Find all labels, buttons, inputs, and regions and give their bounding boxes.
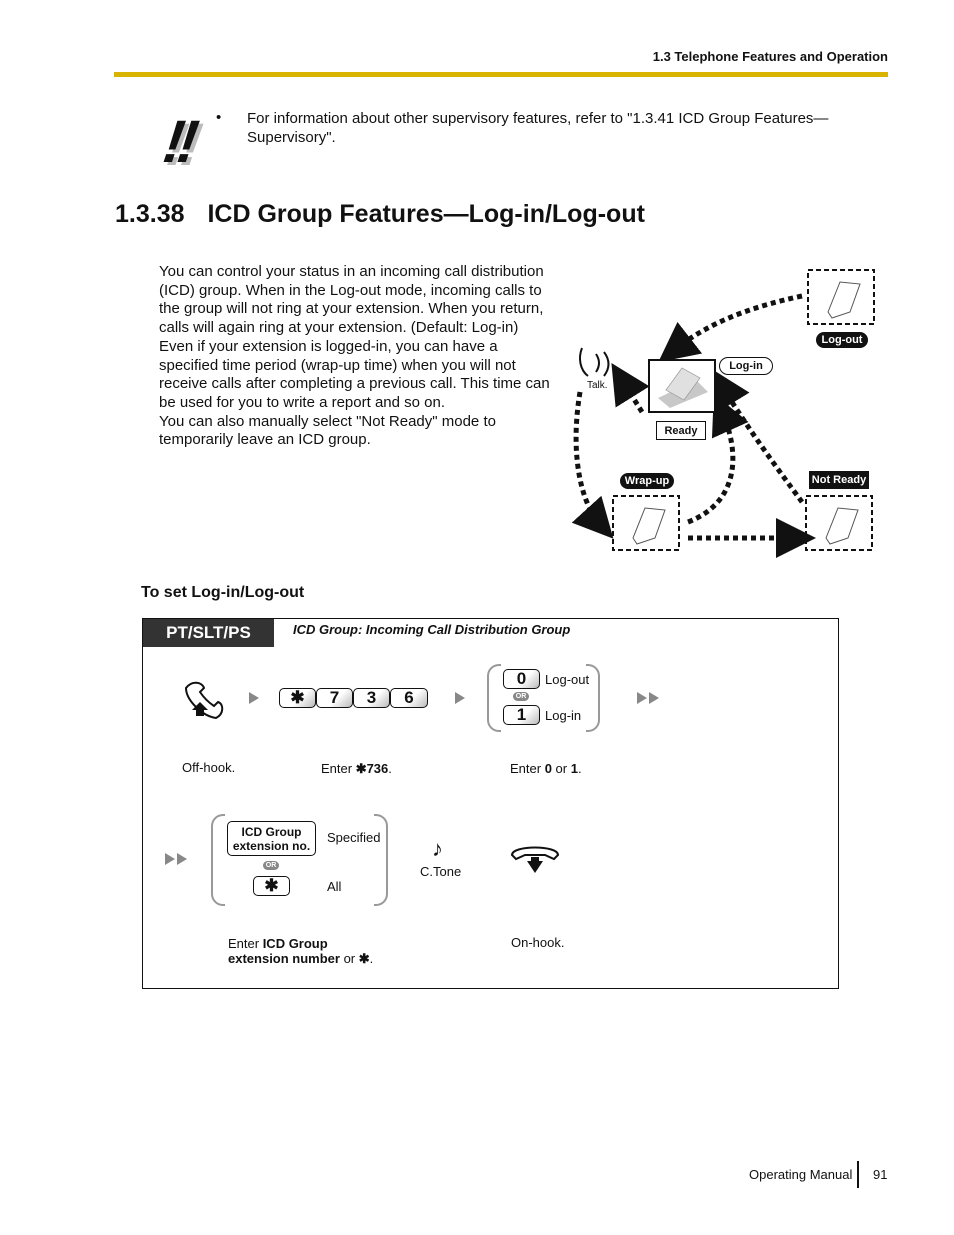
key-label: ICD Group xyxy=(241,824,302,839)
caption-code: ✱736 xyxy=(355,761,389,776)
page-number: 91 xyxy=(873,1167,888,1182)
section-heading: ICD Group Features—Log-in/Log-out xyxy=(207,200,645,228)
body-line: You can control your status in an incomi… xyxy=(159,263,544,280)
footer-divider xyxy=(857,1161,859,1188)
continue-arrow-icon xyxy=(165,853,175,865)
key-star[interactable]: ✱ xyxy=(279,688,316,708)
section-title: 1.3.38 ICD Group Features—Log-in/Log-out xyxy=(115,200,645,229)
body-line: receive calls after completing a previou… xyxy=(159,375,550,393)
next-arrow-icon xyxy=(249,692,259,704)
note-text: For information about other supervisory … xyxy=(247,110,829,146)
caption-bold: ICD Group xyxy=(262,936,328,951)
key-0[interactable]: 0 xyxy=(503,669,540,689)
note-bullet: • xyxy=(216,109,222,126)
caption-text: Enter xyxy=(510,761,545,776)
caption-text: . xyxy=(369,951,374,966)
caption-text: Enter xyxy=(228,936,263,951)
notready-state-badge: Not Ready xyxy=(809,471,869,489)
continue-arrow-icon xyxy=(637,692,647,704)
caption-text: or xyxy=(339,951,359,966)
device-tag: PT/SLT/PS xyxy=(143,619,274,647)
body-line: You can also manually select "Not Ready"… xyxy=(159,412,496,430)
offhook-handset-icon xyxy=(184,681,224,720)
login-state-badge: Log-in xyxy=(719,357,773,375)
offhook-caption: Off-hook. xyxy=(182,760,236,775)
enter-code-caption: Enter ✱736. xyxy=(321,761,392,777)
description-paragraph: You can control your status in an incomi… xyxy=(159,263,559,450)
caption-text: . xyxy=(577,761,582,776)
key-3[interactable]: 3 xyxy=(353,688,390,708)
option-bracket-left xyxy=(211,814,225,906)
phone-outline-icon xyxy=(827,281,861,319)
next-arrow-icon xyxy=(455,692,465,704)
arrow-logout-to-ready xyxy=(658,293,803,363)
exclamation-note-icon: !! xyxy=(159,108,197,175)
logout-state-badge: Log-out xyxy=(816,332,868,348)
wrapup-phone-frame xyxy=(612,495,680,551)
onhook-caption: On-hook. xyxy=(511,935,565,950)
ctone-label: C.Tone xyxy=(420,864,462,879)
notready-phone-frame xyxy=(805,495,873,551)
key-6[interactable]: 6 xyxy=(390,688,428,708)
phone-outline-icon xyxy=(825,507,859,545)
footer-manual-name: Operating Manual xyxy=(749,1167,853,1182)
body-line: the group will not ring at your extensio… xyxy=(159,300,544,318)
running-header: 1.3 Telephone Features and Operation xyxy=(652,49,888,64)
arrow-notready-to-ready xyxy=(711,368,805,504)
all-label: All xyxy=(327,879,342,894)
enter-group-caption: Enter ICD Group extension number or ✱. xyxy=(228,936,373,966)
talk-handset-icon xyxy=(579,347,610,377)
logout-phone-frame xyxy=(807,269,875,325)
body-line: calls will again ring at your extension.… xyxy=(159,319,519,337)
or-badge: OR xyxy=(263,861,279,870)
logout-option-label: Log-out xyxy=(545,672,590,687)
talk-label: Talk. xyxy=(587,380,608,391)
header-rule xyxy=(114,72,888,77)
arrow-talk-to-wrapup xyxy=(571,391,614,539)
option-bracket-right xyxy=(586,664,600,732)
arrow-ready-to-talk xyxy=(611,363,650,414)
enter-choice-caption: Enter 0 or 1. xyxy=(510,761,582,776)
confirmation-tone-icon: ♪ xyxy=(432,836,443,861)
caption-text: . xyxy=(388,761,392,776)
onhook-handset-icon xyxy=(510,846,560,873)
key-star[interactable]: ✱ xyxy=(253,876,290,896)
procedure-subheading: To set Log-in/Log-out xyxy=(141,584,305,601)
option-bracket-right xyxy=(374,814,388,906)
body-line: specified time period (wrap-up time) whe… xyxy=(159,356,516,374)
option-bracket-left xyxy=(487,664,501,732)
continue-arrow-icon xyxy=(649,692,659,704)
section-number: 1.3.38 xyxy=(115,200,185,228)
caption-bold: extension number xyxy=(228,951,340,966)
ready-state-label: Ready xyxy=(656,421,706,440)
caption-text: or xyxy=(551,761,571,776)
key-label: extension no. xyxy=(232,838,311,853)
icd-group-extension-key[interactable]: ICD Group extension no. xyxy=(227,821,316,856)
caption-value: 0 xyxy=(544,761,552,776)
body-line: be used for you to write a report and so… xyxy=(159,393,446,411)
body-line: (ICD) group. When in the Log-out mode, i… xyxy=(159,281,542,299)
continue-arrow-icon xyxy=(177,853,187,865)
login-option-label: Log-in xyxy=(545,708,582,723)
specified-label: Specified xyxy=(327,830,381,845)
body-line: temporarily leave an ICD group. xyxy=(159,431,371,449)
or-badge: OR xyxy=(513,692,529,701)
body-line: Even if your extension is logged-in, you… xyxy=(159,337,498,355)
caption-text: Enter xyxy=(321,761,356,776)
abbreviation-note: ICD Group: Incoming Call Distribution Gr… xyxy=(293,622,571,637)
state-diagram xyxy=(571,269,875,558)
caption-star: ✱ xyxy=(358,951,370,966)
key-7[interactable]: 7 xyxy=(316,688,353,708)
key-1[interactable]: 1 xyxy=(503,705,540,725)
caption-value: 1 xyxy=(570,761,578,776)
wrapup-state-badge: Wrap-up xyxy=(620,473,674,489)
phone-outline-icon xyxy=(632,507,666,545)
